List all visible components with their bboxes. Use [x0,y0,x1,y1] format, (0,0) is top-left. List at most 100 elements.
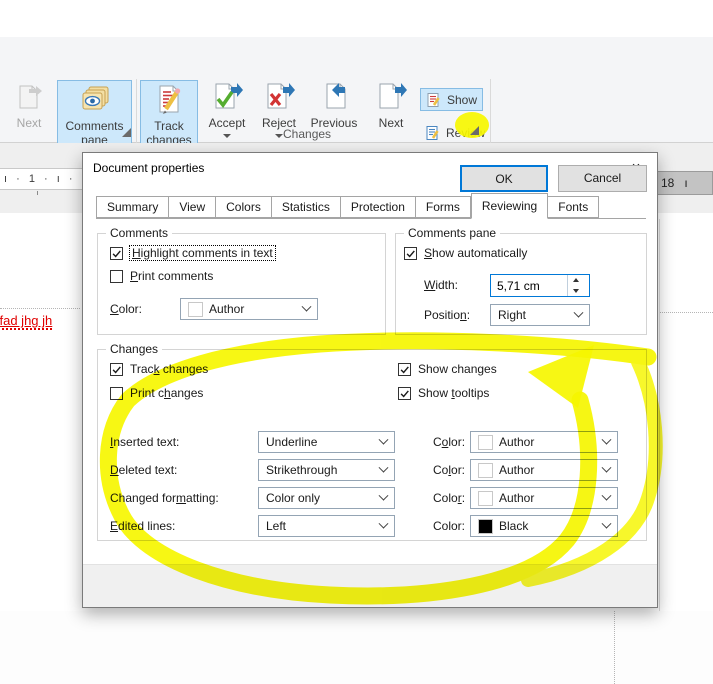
edited-lines-color-dropdown[interactable]: Black [470,515,618,537]
pane-width-input[interactable] [491,275,567,296]
print-comments-checkbox[interactable]: Print comments [110,269,213,283]
deleted-color-label: Color: [433,459,465,481]
tab-strip: Summary View Colors Statistics Protectio… [96,193,599,218]
comments-group-launcher-icon[interactable] [122,128,131,137]
color-swatch [478,491,493,506]
chevron-down-icon [602,490,612,500]
button-label: Next [379,116,404,130]
tab-protection[interactable]: Protection [341,196,416,218]
inserted-color-label: Color: [433,431,465,453]
document-next-disabled-icon [13,80,45,112]
chevron-down-icon [574,307,584,317]
color-swatch [478,435,493,450]
tab-view[interactable]: View [169,196,216,218]
group-legend: Comments pane [404,226,500,240]
deleted-color-dropdown[interactable]: Author [470,459,618,481]
show-changes-button[interactable]: Show [420,88,483,111]
width-label: Width: [424,274,458,296]
spinner-up-button[interactable] [568,275,584,286]
button-label-line1: Comments [65,119,123,133]
comments-pane-icon [78,83,112,115]
text-margin-guide [0,308,80,309]
checkbox-checked-icon [398,387,411,400]
pane-width-spinner [490,274,590,297]
checkbox-checked-icon [110,247,123,260]
edited-lines-color-label: Color: [433,515,465,537]
deleted-text-style-dropdown[interactable]: Strikethrough [258,459,395,481]
color-swatch [188,302,203,317]
text-margin-guide [660,312,713,313]
ruler-number: 18 [661,172,674,194]
button-label-line1: Track [154,119,184,133]
comments-color-dropdown[interactable]: Author [180,298,318,320]
ribbon: Next Comments pane Track changes A [0,37,713,143]
ruler-tick: ı [684,172,687,194]
dropdown-arrow-icon[interactable] [275,134,283,138]
tab-forms[interactable]: Forms [416,196,471,218]
comments-group: Comments Highlight comments in text Prin… [97,233,386,335]
checkbox-checked-icon [404,247,417,260]
chevron-down-icon [602,462,612,472]
tab-statistics[interactable]: Statistics [272,196,341,218]
chevron-down-icon [302,301,312,311]
cancel-button[interactable]: Cancel [558,165,647,192]
edited-lines-style-dropdown[interactable]: Left [258,515,395,537]
edited-lines-label: Edited lines: [110,515,175,537]
checkbox-checked-icon [110,363,123,376]
ribbon-group-label: Changes [283,127,331,141]
button-label: Accept [209,116,246,130]
chevron-down-icon [379,462,389,472]
deleted-text-label: Deleted text: [110,459,177,481]
formatting-color-dropdown[interactable]: Author [470,487,618,509]
previous-icon [318,80,350,112]
text-margin-guide [614,611,615,684]
print-changes-checkbox[interactable]: Print changes [110,386,203,400]
group-legend: Changes [106,342,162,356]
formatting-color-label: Color: [433,487,465,509]
tab-summary[interactable]: Summary [96,196,169,218]
ruler-tick [37,191,38,195]
tab-colors[interactable]: Colors [216,196,272,218]
document-properties-dialog: Document properties × Summary View Color… [82,152,658,608]
dialog-footer [83,564,657,607]
dropdown-arrow-icon[interactable] [223,134,231,138]
horizontal-ruler-right: 18 ı [651,171,713,195]
show-changes-checkbox[interactable]: Show changes [398,362,497,376]
inserted-color-dropdown[interactable]: Author [470,431,618,453]
tab-reviewing[interactable]: Reviewing [471,193,548,219]
tracked-change-text: sfad jhg jh [0,313,80,330]
show-icon [426,92,442,108]
highlight-comments-checkbox[interactable]: Highlight comments in text [110,246,275,260]
chevron-down-icon [379,434,389,444]
checkbox-unchecked-icon [110,387,123,400]
changed-formatting-style-dropdown[interactable]: Color only [258,487,395,509]
tab-baseline [96,218,646,219]
changes-group: Changes Track changes Print changes Show… [97,349,647,541]
position-label: Position: [424,304,470,326]
next-icon [375,80,407,112]
color-swatch [478,519,493,534]
spinner-down-button[interactable] [568,286,584,297]
track-changes-icon [153,83,185,115]
comments-color-label: Color: [110,298,142,320]
review-icon [425,125,441,141]
inserted-text-style-dropdown[interactable]: Underline [258,431,395,453]
show-tooltips-checkbox[interactable]: Show tooltips [398,386,489,400]
changes-group-launcher-icon[interactable] [470,126,479,135]
accept-icon [211,80,243,112]
chevron-down-icon [379,490,389,500]
document-page-bottom [0,611,713,684]
comments-pane-group: Comments pane Show automatically Width: … [395,233,647,335]
up-arrow-icon [573,278,579,282]
ok-button[interactable]: OK [460,165,548,192]
pane-position-dropdown[interactable]: Right [490,304,590,326]
down-arrow-icon [573,289,579,293]
show-automatically-checkbox[interactable]: Show automatically [404,246,527,260]
chevron-down-icon [379,518,389,528]
dialog-title: Document properties [93,161,204,175]
track-changes-checkbox[interactable]: Track changes [110,362,208,376]
changed-formatting-label: Changed formatting: [110,487,219,509]
button-label: Next [17,116,42,130]
tab-fonts[interactable]: Fonts [548,196,599,218]
inserted-text-label: Inserted text: [110,431,179,453]
